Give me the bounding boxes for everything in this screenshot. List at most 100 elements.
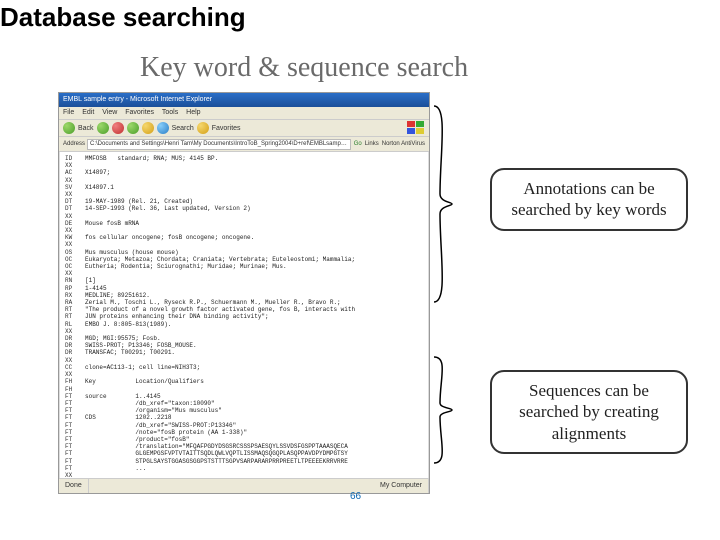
- record-line: XX: [65, 162, 423, 169]
- record-line: FT /translation="MFQAFPGDYDSGSRCSSSPSAES…: [65, 443, 423, 450]
- record-line: OSMus musculus (house mouse): [65, 249, 423, 256]
- record-value: MGD; MGI:95575; Fosb.: [85, 335, 423, 342]
- record-line: XX: [65, 241, 423, 248]
- record-value: fos cellular oncogene; fosB oncogene; on…: [85, 234, 423, 241]
- record-value: [85, 177, 423, 184]
- record-value: /organism="Mus musculus": [85, 407, 423, 414]
- browser-window: EMBL sample entry - Microsoft Internet E…: [58, 92, 430, 494]
- record-tag: OS: [65, 249, 85, 256]
- go-button[interactable]: Go: [354, 141, 362, 147]
- brace-sequences: [430, 355, 456, 465]
- record-line: DT14-SEP-1993 (Rel. 36, Last updated, Ve…: [65, 205, 423, 212]
- record-value: TRANSFAC; T00291; T00291.: [85, 349, 423, 356]
- menu-help[interactable]: Help: [186, 109, 200, 116]
- search-label[interactable]: Search: [172, 125, 194, 132]
- norton-label: Norton AntiVirus: [382, 141, 425, 147]
- record-tag: CC: [65, 364, 85, 371]
- record-line: RT"The product of a novel growth factor …: [65, 306, 423, 313]
- record-tag: FT: [65, 436, 85, 443]
- record-tag: RL: [65, 321, 85, 328]
- menu-edit[interactable]: Edit: [82, 109, 94, 116]
- record-line: RN[1]: [65, 277, 423, 284]
- record-value: EMBO J. 8:805-813(1989).: [85, 321, 423, 328]
- record-tag: FH: [65, 378, 85, 385]
- refresh-icon[interactable]: [127, 122, 139, 134]
- favorites-icon[interactable]: [197, 122, 209, 134]
- page-number: 66: [350, 491, 361, 502]
- back-icon[interactable]: [63, 122, 75, 134]
- record-tag: DT: [65, 198, 85, 205]
- record-tag: DE: [65, 220, 85, 227]
- menu-tools[interactable]: Tools: [162, 109, 178, 116]
- record-line: FT /note="fosB protein (AA 1-338)": [65, 429, 423, 436]
- menu-file[interactable]: File: [63, 109, 74, 116]
- record-tag: XX: [65, 227, 85, 234]
- favorites-label[interactable]: Favorites: [212, 125, 241, 132]
- record-line: DEMouse fosB mRNA: [65, 220, 423, 227]
- record-tag: DR: [65, 335, 85, 342]
- record-line: FHKey Location/Qualifiers: [65, 378, 423, 385]
- record-value: [85, 227, 423, 234]
- record-value: GLGEMPGSFVPTVTAITTSQDLQWLVQPTLISSMAQSQGQ…: [85, 450, 423, 457]
- record-line: RP1-4145: [65, 285, 423, 292]
- record-tag: RP: [65, 285, 85, 292]
- record-value: /db_xref="taxon:10090": [85, 400, 423, 407]
- record-line: FT /db_xref="SWISS-PROT:P13346": [65, 422, 423, 429]
- record-value: 14-SEP-1993 (Rel. 36, Last updated, Vers…: [85, 205, 423, 212]
- record-tag: FT: [65, 429, 85, 436]
- toolbar: Back Search Favorites: [59, 120, 429, 137]
- record-line: RLEMBO J. 8:805-813(1989).: [65, 321, 423, 328]
- record-value: Key Location/Qualifiers: [85, 378, 423, 385]
- record-tag: XX: [65, 270, 85, 277]
- record-value: [85, 328, 423, 335]
- back-label[interactable]: Back: [78, 125, 94, 132]
- record-value: [85, 386, 423, 393]
- record-tag: KW: [65, 234, 85, 241]
- search-icon[interactable]: [157, 122, 169, 134]
- record-line: XX: [65, 213, 423, 220]
- record-value: 1-4145: [85, 285, 423, 292]
- status-done: Done: [59, 479, 89, 493]
- record-tag: RN: [65, 277, 85, 284]
- record-tag: OC: [65, 263, 85, 270]
- record-line: RAZerial M., Toschi L., Ryseck R.P., Sch…: [65, 299, 423, 306]
- record-value: JUN proteins enhancing their DNA binding…: [85, 313, 423, 320]
- record-value: /note="fosB protein (AA 1-338)": [85, 429, 423, 436]
- forward-icon[interactable]: [97, 122, 109, 134]
- record-value: Eutheria; Rodentia; Sciurognathi; Murida…: [85, 263, 423, 270]
- menu-favorites[interactable]: Favorites: [125, 109, 154, 116]
- stop-icon[interactable]: [112, 122, 124, 134]
- record-tag: RX: [65, 292, 85, 299]
- menubar: File Edit View Favorites Tools Help: [59, 107, 429, 120]
- record-line: KWfos cellular oncogene; fosB oncogene; …: [65, 234, 423, 241]
- record-value: MMFOSB standard; RNA; MUS; 4145 BP.: [85, 155, 423, 162]
- callout-annotations: Annotations can be searched by key words: [490, 168, 688, 231]
- menu-view[interactable]: View: [102, 109, 117, 116]
- record-tag: XX: [65, 241, 85, 248]
- record-value: [85, 213, 423, 220]
- record-line: FH: [65, 386, 423, 393]
- record-tag: AC: [65, 169, 85, 176]
- record-tag: DR: [65, 349, 85, 356]
- record-tag: FT: [65, 422, 85, 429]
- url-field[interactable]: C:\Documents and Settings\Henri Tam\My D…: [87, 139, 351, 150]
- links-label[interactable]: Links: [365, 141, 379, 147]
- record-line: OCEukaryota; Metazoa; Chordata; Craniata…: [65, 256, 423, 263]
- record-value: X14897.1: [85, 184, 423, 191]
- record-content: IDMMFOSB standard; RNA; MUS; 4145 BP.XXA…: [59, 151, 429, 479]
- record-tag: FT: [65, 450, 85, 457]
- record-tag: FT: [65, 443, 85, 450]
- record-line: FTsource 1..4145: [65, 393, 423, 400]
- record-tag: XX: [65, 162, 85, 169]
- home-icon[interactable]: [142, 122, 154, 134]
- record-value: /product="fosB": [85, 436, 423, 443]
- record-line: FTCDS 1202..2218: [65, 414, 423, 421]
- record-value: /translation="MFQAFPGDYDSGSRCSSSPSAESQYL…: [85, 443, 423, 450]
- record-tag: OC: [65, 256, 85, 263]
- record-tag: XX: [65, 191, 85, 198]
- slide-title: Database searching: [0, 2, 246, 33]
- record-line: XX: [65, 328, 423, 335]
- record-line: IDMMFOSB standard; RNA; MUS; 4145 BP.: [65, 155, 423, 162]
- record-value: [85, 371, 423, 378]
- record-line: FT /db_xref="taxon:10090": [65, 400, 423, 407]
